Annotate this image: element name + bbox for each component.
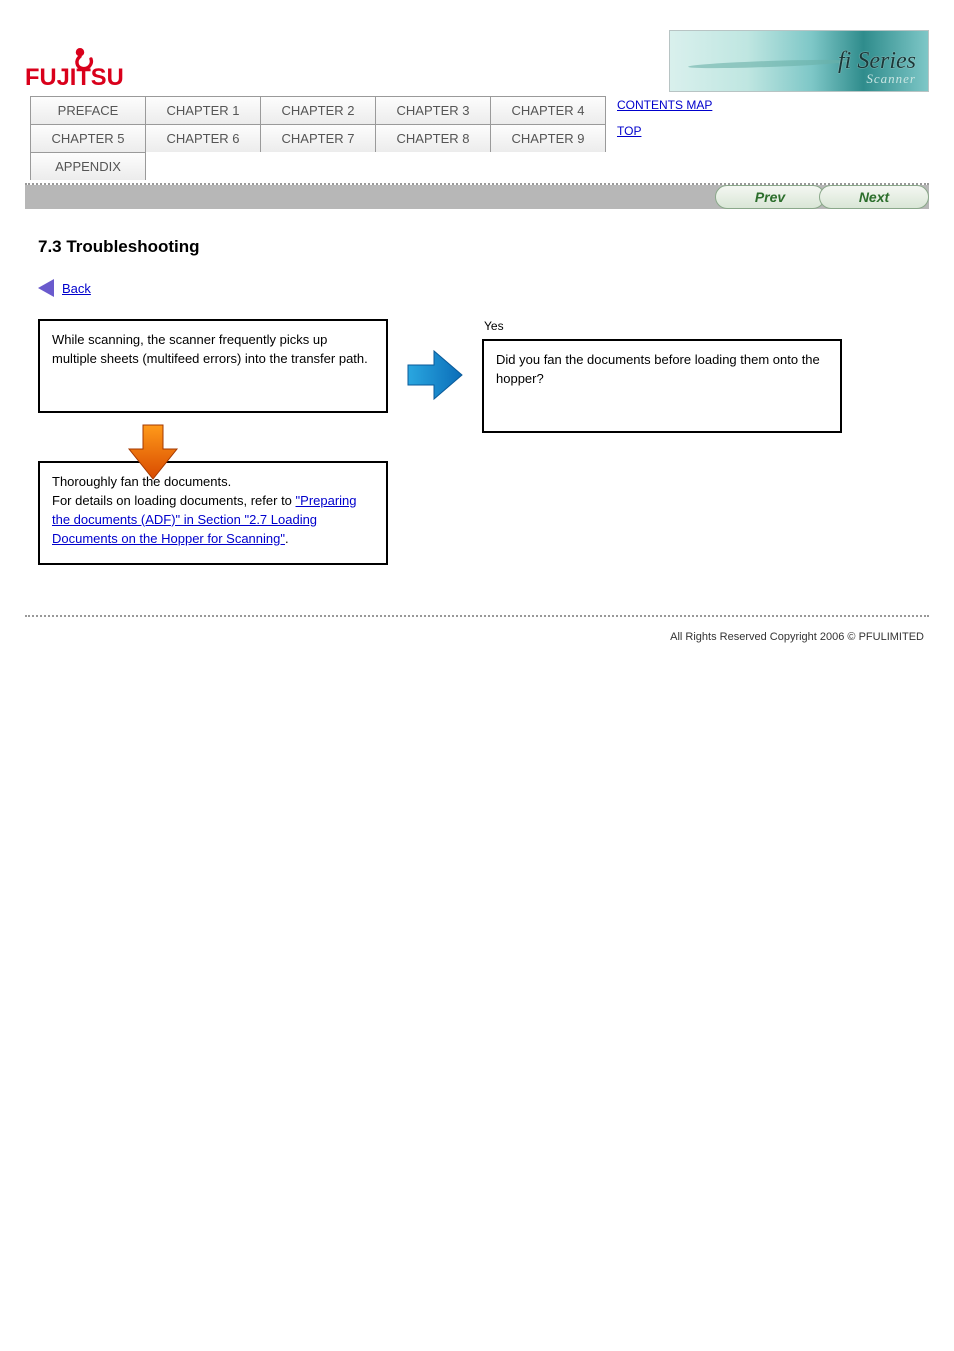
back-link[interactable]: Back: [62, 281, 91, 296]
section-title: 7.3 Troubleshooting: [38, 237, 916, 257]
prev-button[interactable]: Prev: [715, 185, 825, 209]
tab-chapter-6[interactable]: CHAPTER 6: [145, 124, 261, 152]
yes-label: Yes: [484, 319, 842, 333]
tab-chapter-7[interactable]: CHAPTER 7: [260, 124, 376, 152]
symptom-box: While scanning, the scanner frequently p…: [38, 319, 388, 413]
footer-copyright: All Rights Reserved Copyright 2006 © PFU…: [0, 617, 954, 673]
tab-chapter-9[interactable]: CHAPTER 9: [490, 124, 606, 152]
tab-chapter-2[interactable]: CHAPTER 2: [260, 96, 376, 124]
link-top[interactable]: TOP: [617, 124, 712, 138]
tab-chapter-3[interactable]: CHAPTER 3: [375, 96, 491, 124]
chapter-tabs: PREFACE CHAPTER 1 CHAPTER 2 CHAPTER 3 CH…: [30, 96, 605, 180]
link-contents-map[interactable]: CONTENTS MAP: [617, 98, 712, 112]
tab-appendix[interactable]: APPENDIX: [30, 152, 146, 180]
answer-box: Thoroughly fan the documents.For details…: [38, 461, 388, 565]
back-arrow-icon[interactable]: [38, 279, 54, 297]
answer-text-post: .: [285, 531, 289, 546]
question-2-box: Did you fan the documents before loading…: [482, 339, 842, 433]
next-button[interactable]: Next: [819, 185, 929, 209]
tab-chapter-1[interactable]: CHAPTER 1: [145, 96, 261, 124]
arrow-down-icon: [127, 423, 179, 481]
svg-text:FUJITSU: FUJITSU: [25, 65, 124, 91]
tab-chapter-4[interactable]: CHAPTER 4: [490, 96, 606, 124]
breadcrumb-bar: Prev Next: [25, 185, 929, 209]
banner-fi: fi Series: [838, 48, 916, 75]
product-banner: fi Series Scanner: [669, 30, 929, 92]
tab-chapter-5[interactable]: CHAPTER 5: [30, 124, 146, 152]
tab-chapter-8[interactable]: CHAPTER 8: [375, 124, 491, 152]
tab-preface[interactable]: PREFACE: [30, 96, 146, 124]
header-links: CONTENTS MAP TOP: [617, 96, 712, 138]
fujitsu-logo: FUJITSU: [25, 42, 135, 92]
arrow-right-icon: [406, 349, 464, 401]
